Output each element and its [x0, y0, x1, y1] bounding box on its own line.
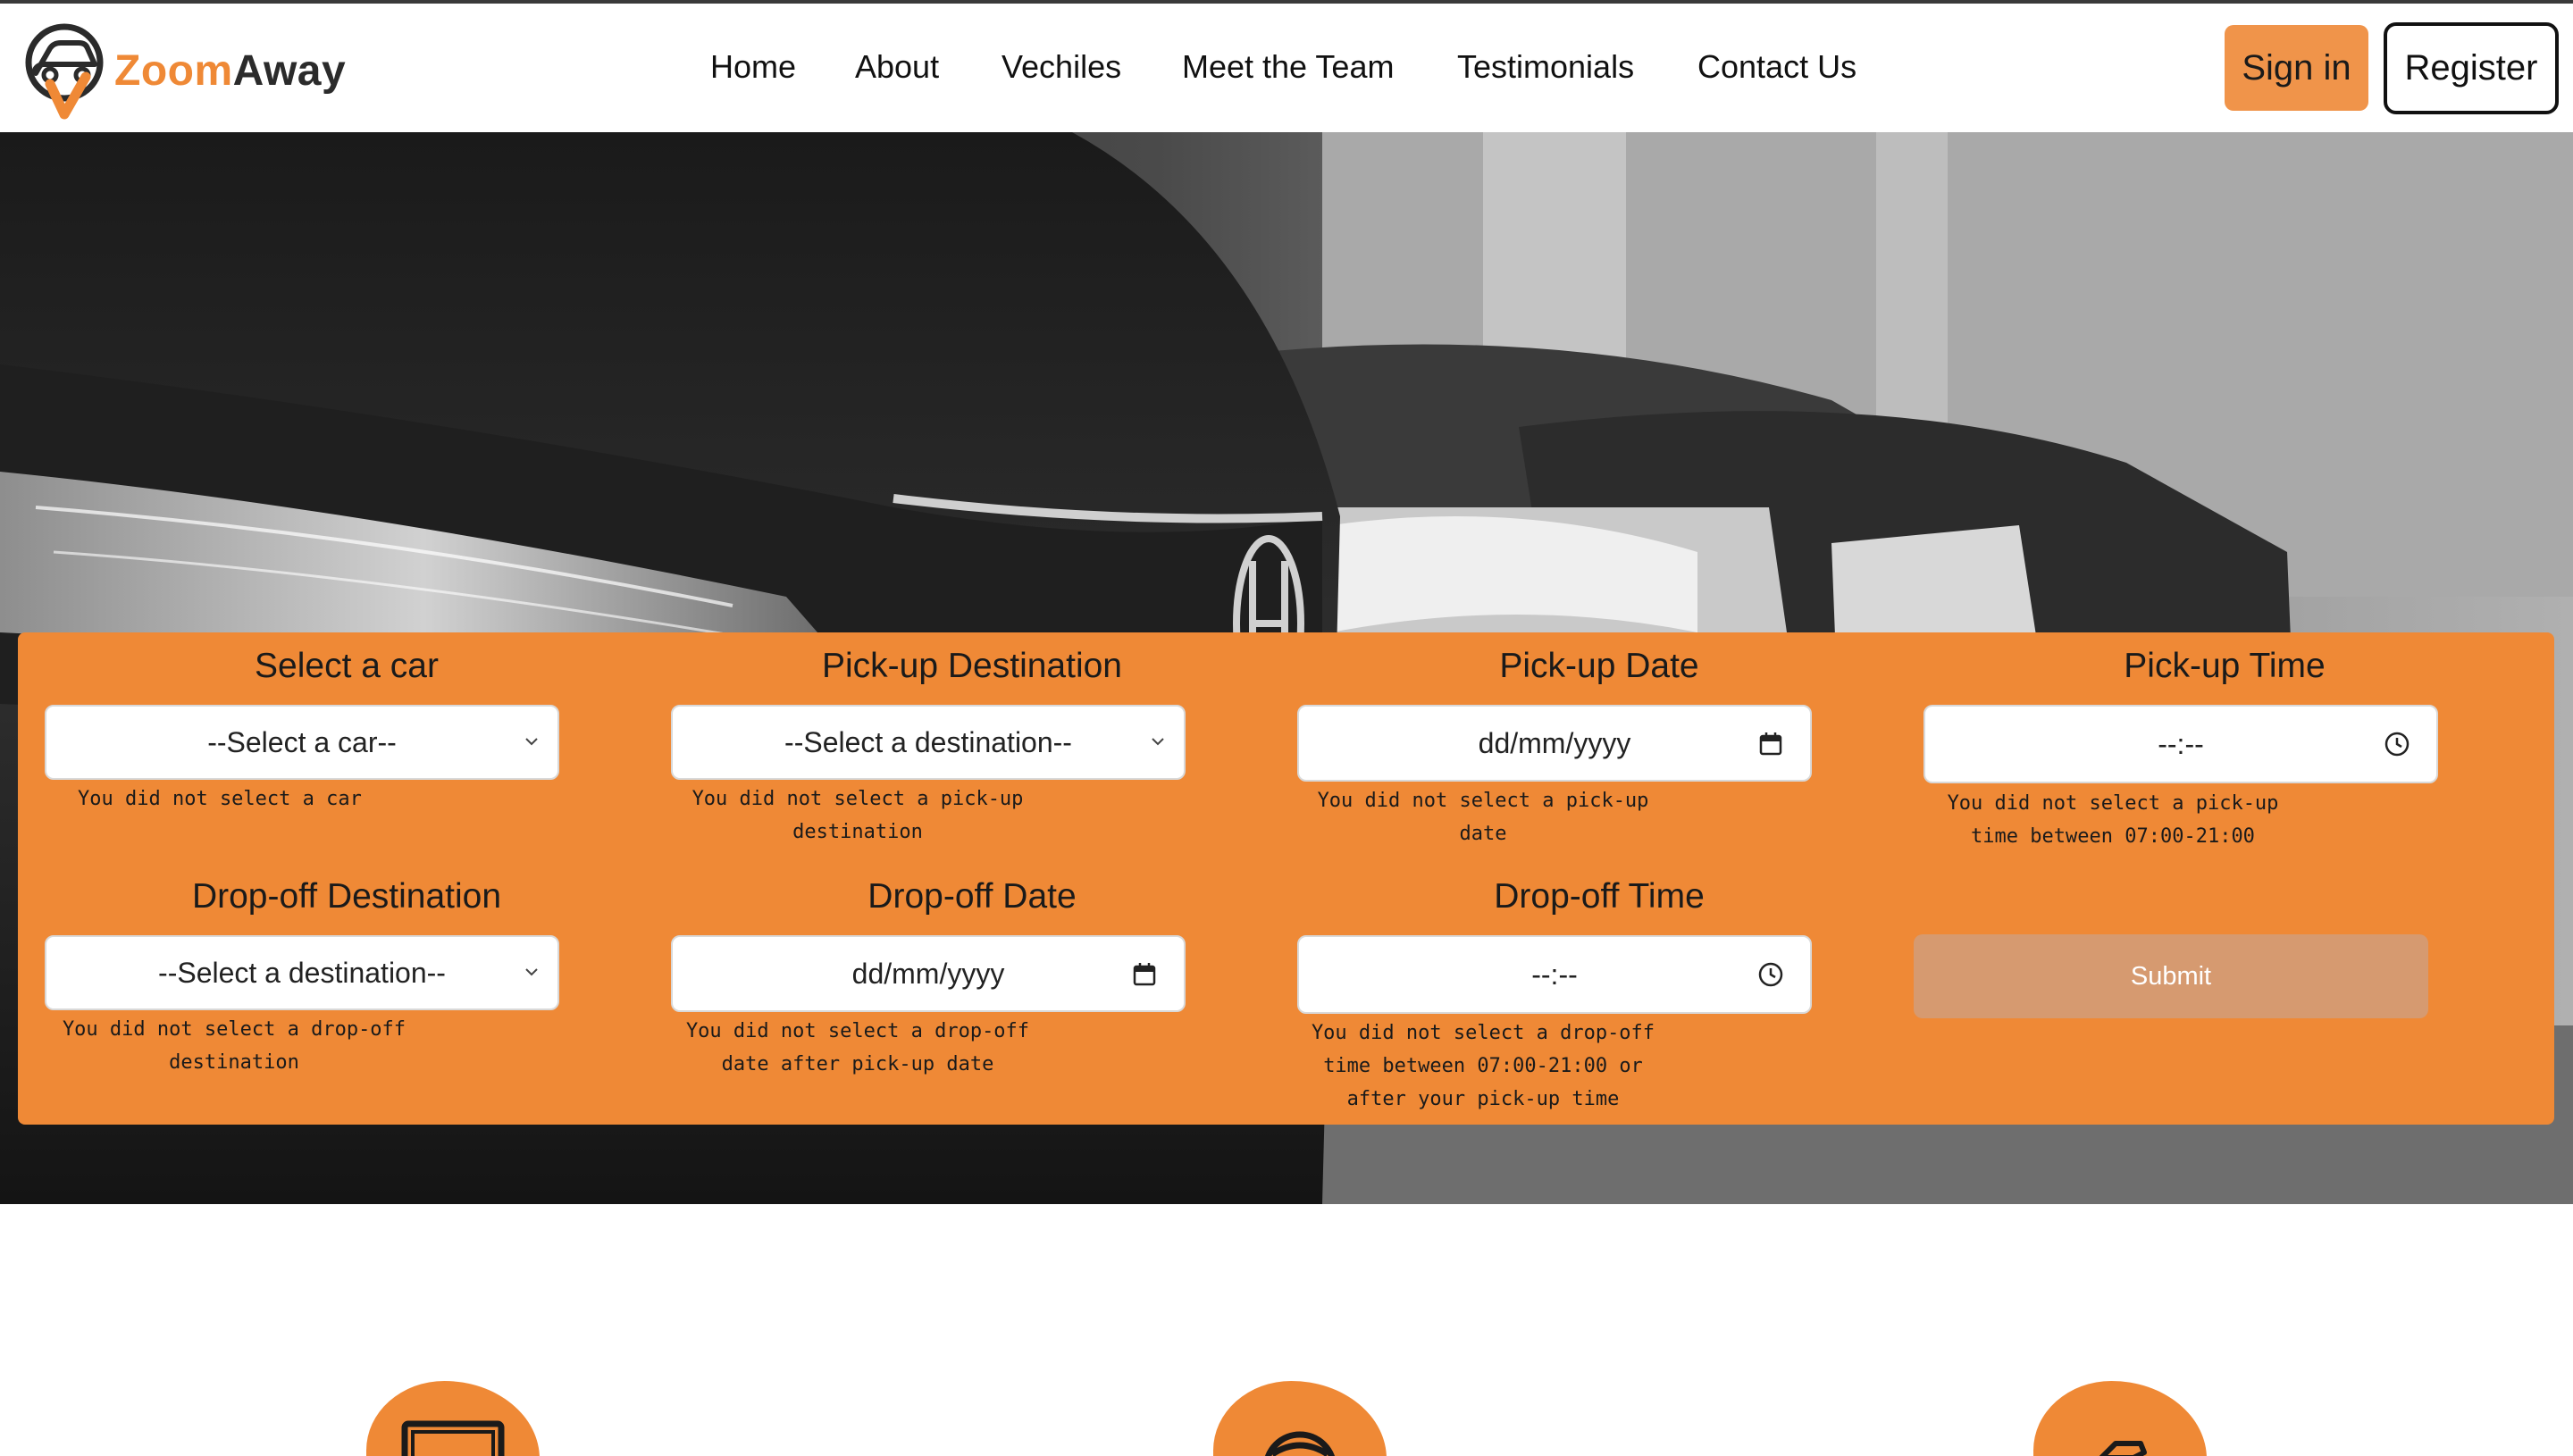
pickup-destination-select[interactable]: --Select a destination-- [671, 705, 1186, 780]
clock-icon[interactable] [2383, 730, 2411, 758]
dropoff-time-title: Drop-off Time [1494, 877, 1705, 916]
dropoff-date-title: Drop-off Date [867, 877, 1077, 916]
nav-testimonials[interactable]: Testimonials [1457, 48, 1634, 86]
dropoff-date-value: dd/mm/yyyy [851, 957, 1005, 990]
dropoff-destination-value: --Select a destination-- [158, 956, 446, 989]
car-select-value: --Select a car-- [207, 725, 397, 758]
dropoff-time-error: You did not select a drop-off time betwe… [1311, 1022, 1655, 1110]
nav-meet-the-team[interactable]: Meet the Team [1182, 48, 1394, 86]
chevron-down-icon [525, 738, 538, 746]
car-error: You did not select a car [78, 788, 362, 810]
nav-home[interactable]: Home [710, 48, 796, 86]
pickup-time-input[interactable]: --:-- [1923, 705, 2438, 783]
nav-contact-us[interactable]: Contact Us [1697, 48, 1856, 86]
main-nav: Home About Vechiles Meet the Team Testim… [0, 48, 2573, 93]
car-select[interactable]: --Select a car-- [45, 705, 559, 780]
monitor-icon [401, 1420, 505, 1456]
dropoff-time-input[interactable]: --:-- [1297, 935, 1812, 1014]
dropoff-destination-error: You did not select a drop-off destinatio… [62, 1018, 406, 1074]
pickup-date-title: Pick-up Date [1499, 647, 1699, 685]
nav-about[interactable]: About [855, 48, 939, 86]
calendar-icon[interactable] [1756, 730, 1785, 758]
pickup-time-value: --:-- [2158, 727, 2204, 760]
sign-in-button[interactable]: Sign in [2225, 25, 2368, 111]
clock-icon[interactable] [1756, 960, 1785, 989]
pickup-destination-error: You did not select a pick-up destination [691, 788, 1024, 843]
pickup-time-error: You did not select a pick-up time betwee… [1947, 792, 2279, 848]
steering-wheel-icon [1264, 1431, 1336, 1456]
chevron-down-icon [525, 968, 538, 976]
car-key-hand-icon [2099, 1441, 2147, 1456]
pickup-destination-title: Pick-up Destination [822, 647, 1122, 685]
feature-blob-2 [1213, 1381, 1387, 1456]
navbar: ZoomAway Home About Vechiles Meet the Te… [0, 4, 2573, 132]
register-button[interactable]: Register [2384, 22, 2559, 114]
pickup-date-error: You did not select a pick-up date [1317, 790, 1649, 845]
feature-blob-1 [366, 1381, 540, 1456]
pickup-date-input[interactable]: dd/mm/yyyy [1297, 705, 1812, 782]
dropoff-destination-title: Drop-off Destination [191, 877, 502, 916]
pickup-destination-value: --Select a destination-- [784, 725, 1072, 758]
dropoff-date-error: You did not select a drop-off date after… [685, 1020, 1030, 1075]
select-car-title: Select a car [255, 647, 439, 685]
feature-blob-3 [2033, 1381, 2207, 1456]
pickup-time-title: Pick-up Time [2124, 647, 2326, 685]
chevron-down-icon [1152, 738, 1164, 746]
calendar-icon[interactable] [1130, 960, 1159, 989]
dropoff-time-value: --:-- [1531, 958, 1578, 991]
pickup-date-value: dd/mm/yyyy [1478, 726, 1631, 759]
dropoff-destination-select[interactable]: --Select a destination-- [45, 935, 559, 1010]
submit-button[interactable]: Submit [1914, 934, 2428, 1018]
dropoff-date-input[interactable]: dd/mm/yyyy [671, 935, 1186, 1012]
nav-vehicles[interactable]: Vechiles [1002, 48, 1121, 86]
